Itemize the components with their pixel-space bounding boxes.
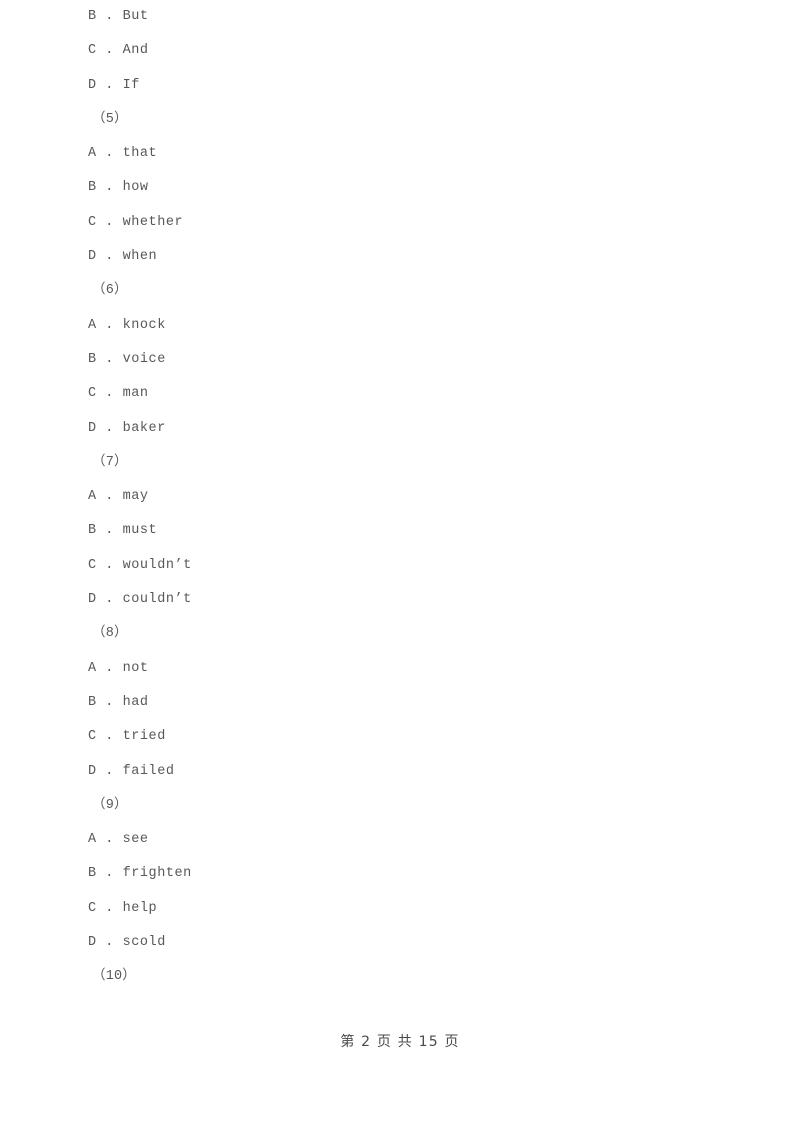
choice-line: B . must	[88, 523, 158, 539]
choice-line: C . whether	[88, 214, 184, 230]
choice-line: D . baker	[88, 420, 166, 436]
choice-line: C . wouldn’t	[88, 557, 192, 573]
choice-line: A . see	[88, 832, 149, 848]
document-page: B . But C . And D . If （5） A . that B . …	[0, 0, 800, 1132]
choice-line: A . knock	[88, 317, 166, 333]
choice-line: B . how	[88, 180, 149, 196]
question-list: B . But C . And D . If （5） A . that B . …	[0, 0, 800, 995]
question-number: （6）	[92, 283, 128, 299]
choice-line: D . failed	[88, 763, 175, 779]
choice-line: B . But	[88, 9, 149, 24]
choice-line: C . help	[88, 900, 158, 916]
question-number: （8）	[92, 626, 128, 642]
choice-line: D . couldn’t	[88, 592, 192, 608]
page-footer: 第 2 页 共 15 页	[340, 1034, 460, 1050]
question-number: （7）	[92, 454, 128, 470]
choice-line: C . tried	[88, 729, 166, 745]
choice-line: D . scold	[88, 935, 166, 951]
choice-line: B . frighten	[88, 866, 192, 882]
choice-line: A . that	[88, 146, 158, 162]
choice-line: B . had	[88, 694, 149, 710]
question-number: （5）	[92, 111, 128, 127]
choice-line: A . may	[88, 489, 149, 505]
choice-line: A . not	[88, 660, 149, 676]
question-number: （10）	[92, 969, 137, 985]
question-number: （9）	[92, 797, 128, 813]
choice-line: B . voice	[88, 351, 166, 367]
choice-line: D . when	[88, 249, 158, 265]
choice-line: C . And	[88, 43, 149, 59]
choice-line: D . If	[88, 77, 140, 93]
choice-line: C . man	[88, 386, 149, 402]
